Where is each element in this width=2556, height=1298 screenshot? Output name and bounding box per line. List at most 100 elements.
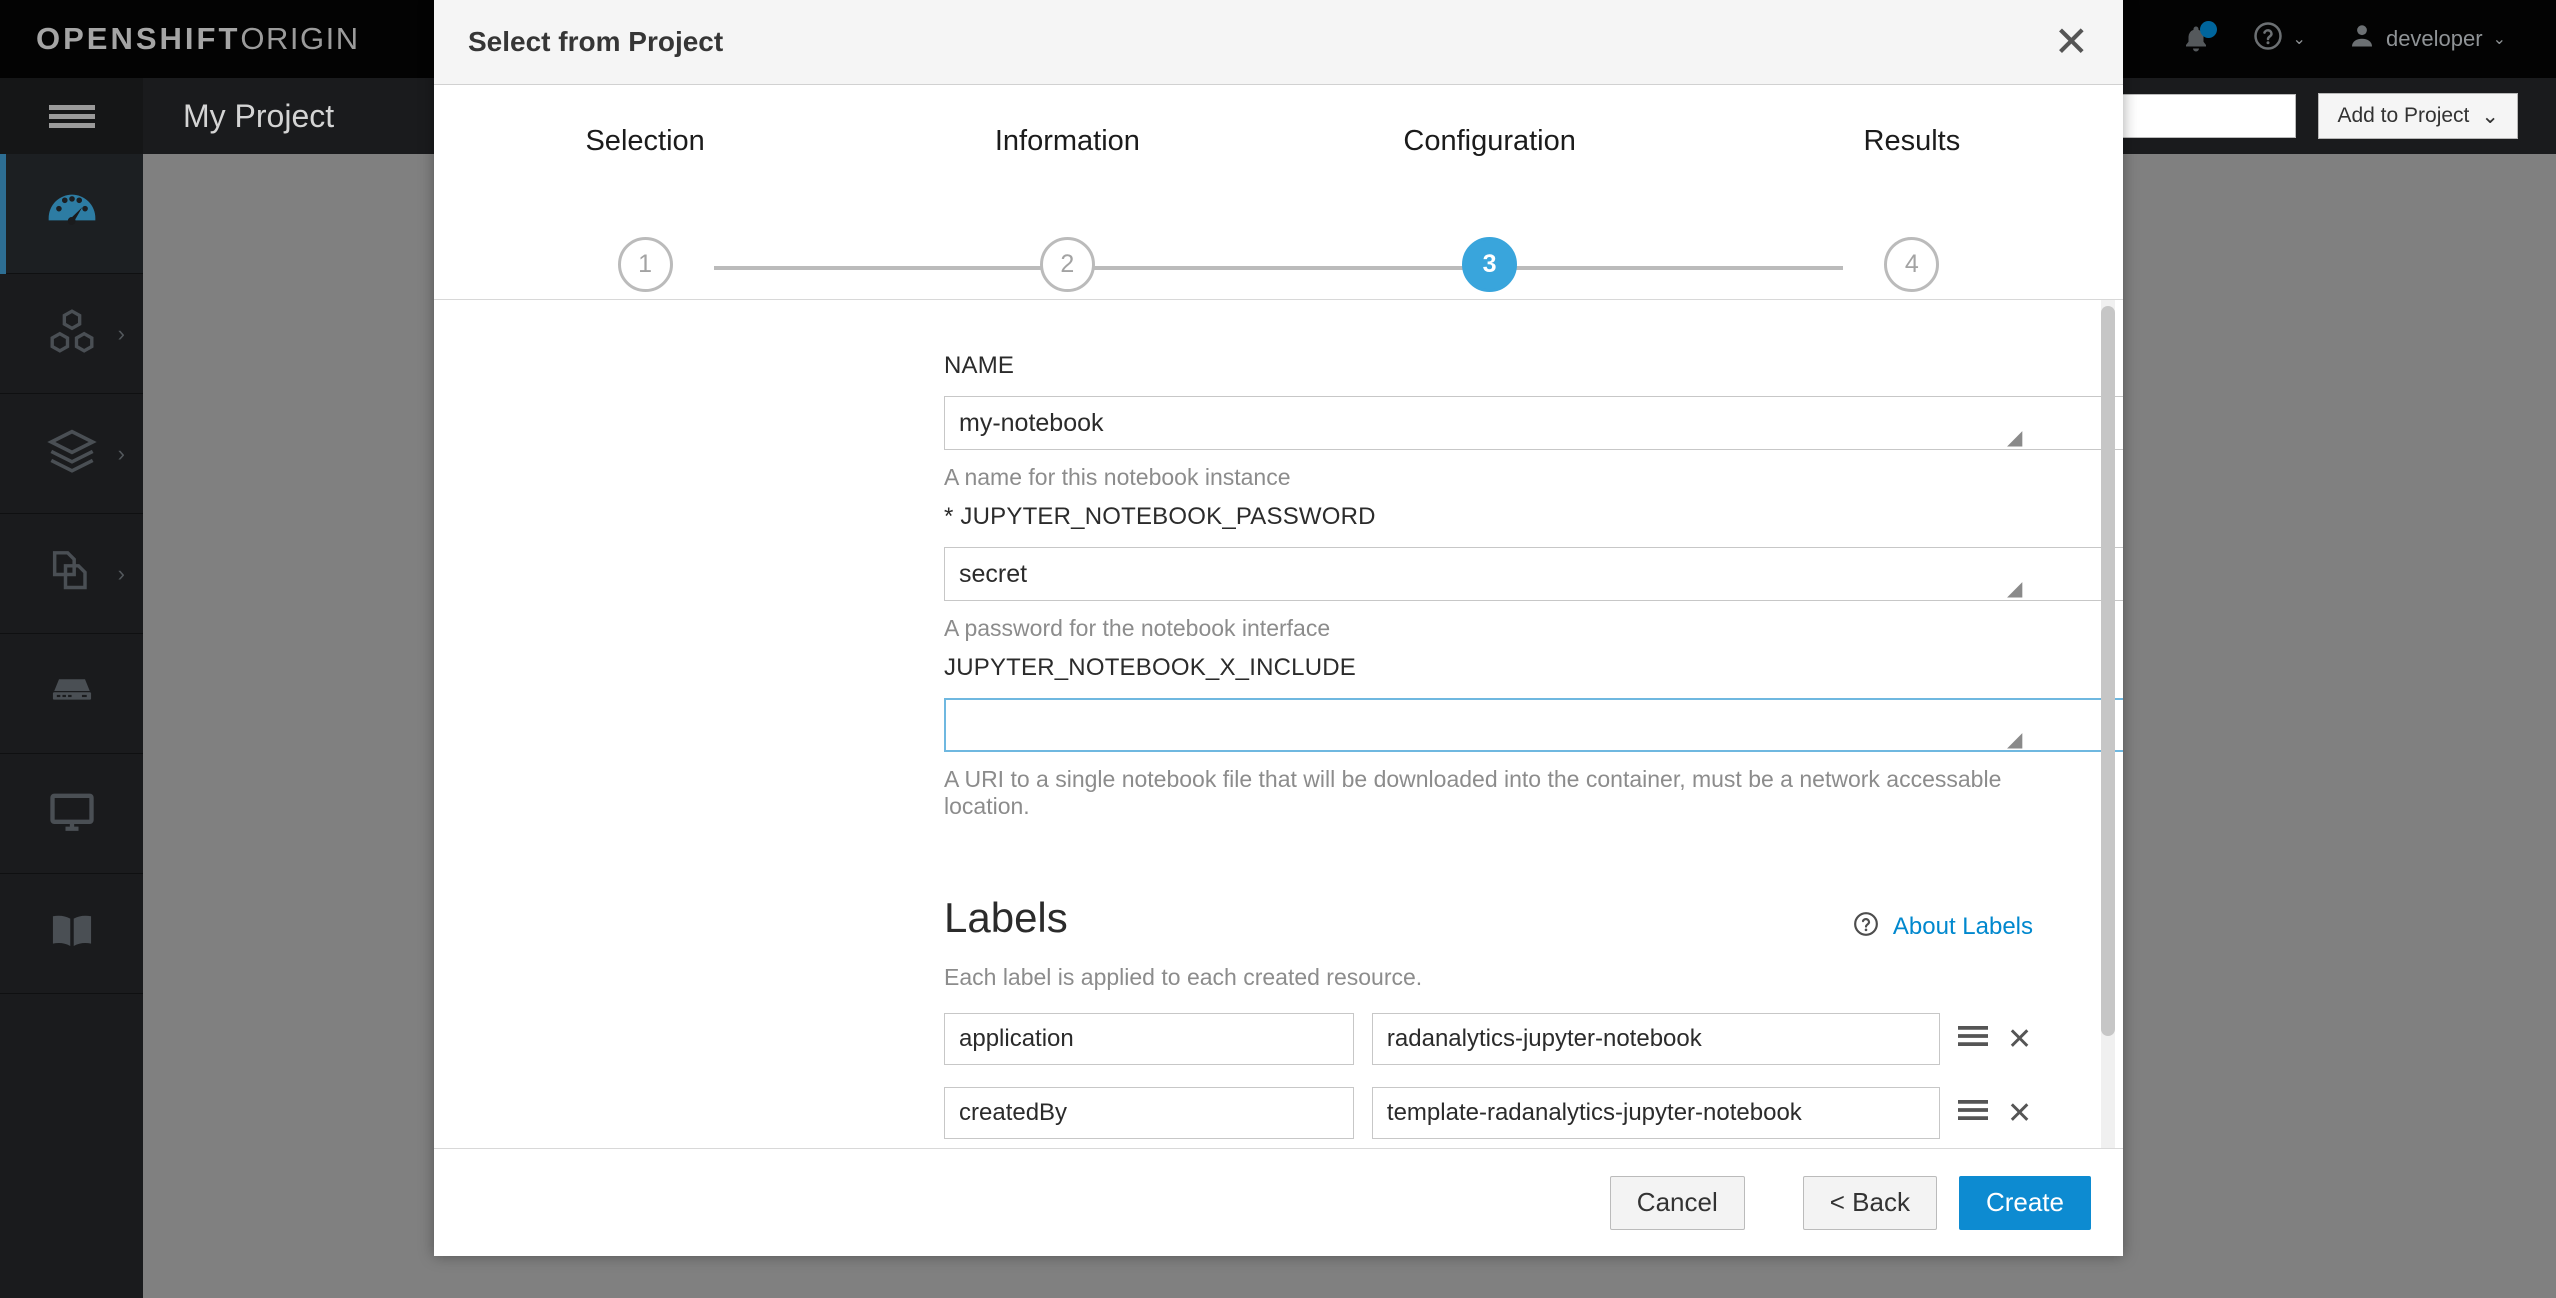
sidebar: › › ›: [0, 154, 143, 1298]
input-wrapper: ◢: [944, 547, 2123, 601]
field-help-text: A name for this notebook instance: [944, 464, 1291, 490]
about-labels-link[interactable]: About Labels: [1853, 911, 2033, 942]
field-label: NAME: [944, 352, 1015, 379]
chevron-down-icon: ⌄: [2292, 31, 2306, 48]
remove-icon[interactable]: ✕: [2006, 1096, 2033, 1131]
modal-header: Select from Project ✕: [434, 0, 2123, 85]
modal-footer: Cancel < Back Create: [434, 1148, 2123, 1256]
modal-title: Select from Project: [468, 26, 724, 57]
wizard-circle-cell: 3: [1279, 237, 1701, 292]
field-label: JUPYTER_NOTEBOOK_X_INCLUDE: [944, 654, 1356, 681]
close-icon[interactable]: ✕: [2054, 21, 2089, 63]
logo-light-text: ORIGIN: [240, 21, 360, 56]
form-field-jupyter-password: * JUPYTER_NOTEBOOK_PASSWORD ◢ A password…: [944, 503, 2123, 642]
masthead-actions: ⌄ developer ⌄: [2181, 0, 2556, 78]
labels-section-header: Labels About Labels: [944, 894, 2033, 942]
wizard-circle-cell: 4: [1701, 237, 2123, 292]
resize-grip-icon[interactable]: ◢: [2007, 428, 2023, 448]
name-input[interactable]: [944, 396, 2123, 450]
user-icon: [2348, 22, 2376, 56]
field-help-text: A URI to a single notebook file that wil…: [944, 766, 2002, 819]
wizard-step-label: Configuration: [1403, 125, 1576, 157]
resize-grip-icon[interactable]: ◢: [2007, 730, 2023, 750]
sidebar-item-monitoring[interactable]: [0, 754, 143, 874]
list-menu-icon[interactable]: [1958, 1022, 1989, 1056]
chevron-down-icon: ⌄: [2481, 104, 2499, 128]
wizard-step-1[interactable]: Selection: [434, 125, 856, 158]
wizard-track: 1 2 3 4: [434, 237, 2123, 297]
sidebar-item-catalog[interactable]: [0, 874, 143, 994]
user-menu[interactable]: developer ⌄: [2348, 22, 2506, 56]
sidebar-item-storage[interactable]: [0, 634, 143, 754]
label-key-input[interactable]: [944, 1087, 1354, 1139]
wizard-step-label: Selection: [585, 125, 705, 157]
bell-icon: [2181, 21, 2217, 55]
form-field-jupyter-x-include: JUPYTER_NOTEBOOK_X_INCLUDE ◢ A URI to a …: [944, 654, 2123, 820]
wizard-step-label: Information: [994, 125, 1140, 157]
chevron-down-icon: ⌄: [2492, 31, 2506, 48]
remove-icon[interactable]: ✕: [2006, 1022, 2033, 1057]
configuration-form: NAME ◢ A name for this notebook instance…: [434, 352, 2123, 1148]
required-marker: *: [944, 503, 954, 530]
add-to-project-label: Add to Project: [2337, 104, 2470, 127]
chevron-right-icon: ›: [117, 560, 125, 586]
field-help-text: A password for the notebook interface: [944, 615, 1331, 641]
gauge-icon: [44, 183, 100, 244]
copy-files-icon: [46, 545, 98, 602]
back-button[interactable]: < Back: [1802, 1175, 1937, 1230]
wizard-step-4[interactable]: Results: [1701, 125, 2123, 158]
jupyter-x-include-input[interactable]: [944, 698, 2123, 752]
label-row: ✕: [944, 1087, 2033, 1139]
chevron-right-icon: ›: [117, 320, 125, 346]
cancel-button[interactable]: Cancel: [1609, 1175, 1745, 1230]
label-value-input[interactable]: [1371, 1013, 1941, 1065]
sidebar-item-builds[interactable]: ›: [0, 394, 143, 514]
wizard-step-label: Results: [1863, 125, 1961, 157]
select-from-project-modal: Select from Project ✕ Selection Informat…: [434, 0, 2123, 1256]
list-menu-icon[interactable]: [1958, 1096, 1989, 1130]
openshift-logo[interactable]: OPENSHIFTORIGIN: [36, 21, 360, 57]
labels-subtitle: Each label is applied to each created re…: [944, 964, 1423, 990]
wizard-step-2[interactable]: Information: [856, 125, 1278, 158]
wizard-step-number-4[interactable]: 4: [1884, 237, 1940, 292]
app-root: OPENSHIFTORIGIN ⌄ developer ⌄ My Project…: [0, 0, 2556, 1298]
hamburger-menu-icon: [48, 101, 95, 132]
wizard-step-3[interactable]: Configuration: [1279, 125, 1701, 158]
resize-grip-icon[interactable]: ◢: [2007, 579, 2023, 599]
wizard-circle-cell: 1: [434, 237, 856, 292]
about-labels-label: About Labels: [1892, 912, 2033, 940]
modal-body: NAME ◢ A name for this notebook instance…: [434, 300, 2123, 1148]
database-icon: [46, 665, 98, 722]
field-label: * JUPYTER_NOTEBOOK_PASSWORD: [944, 503, 1376, 530]
notification-badge: [2199, 21, 2217, 38]
page-title: My Project: [183, 97, 335, 134]
form-field-name: NAME ◢ A name for this notebook instance: [944, 352, 2123, 491]
label-key-input[interactable]: [944, 1013, 1354, 1065]
scrollbar-thumb[interactable]: [2101, 306, 2115, 1036]
wizard-circles: 1 2 3 4: [434, 237, 2123, 292]
add-to-project-button[interactable]: Add to Project ⌄: [2318, 93, 2518, 139]
labels-title: Labels: [944, 894, 1068, 941]
label-row: ✕: [944, 1013, 2033, 1065]
create-button[interactable]: Create: [1958, 1175, 2091, 1230]
wizard-labels: Selection Information Configuration Resu…: [434, 125, 2123, 158]
sidebar-toggle-button[interactable]: [0, 78, 143, 154]
label-value-input[interactable]: [1371, 1087, 1941, 1139]
sidebar-item-dashboard[interactable]: [0, 154, 143, 274]
input-wrapper: ◢: [944, 396, 2123, 450]
wizard-steps: Selection Information Configuration Resu…: [434, 85, 2123, 300]
wizard-step-number-1[interactable]: 1: [617, 237, 673, 292]
notifications-button[interactable]: [2181, 21, 2217, 55]
logo-bold-text: OPENSHIFT: [36, 21, 241, 56]
username-label: developer: [2385, 26, 2483, 51]
wizard-step-number-3[interactable]: 3: [1462, 237, 1518, 292]
sidebar-item-resources[interactable]: ›: [0, 514, 143, 634]
chevron-right-icon: ›: [117, 440, 125, 466]
help-circle-icon: [1853, 911, 1879, 942]
wizard-step-number-2[interactable]: 2: [1039, 237, 1095, 292]
book-icon: [46, 905, 98, 962]
input-wrapper: ◢: [944, 698, 2123, 752]
jupyter-password-input[interactable]: [944, 547, 2123, 601]
sidebar-item-applications[interactable]: ›: [0, 274, 143, 394]
help-menu[interactable]: ⌄: [2253, 21, 2306, 57]
